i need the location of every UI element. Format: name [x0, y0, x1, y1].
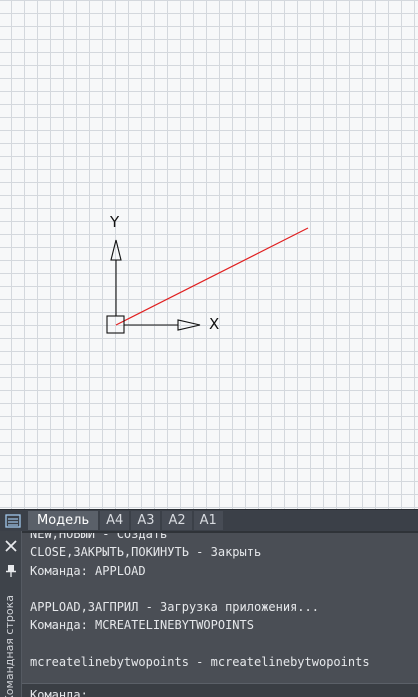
drawn-line[interactable] — [115, 227, 309, 326]
pin-icon[interactable] — [5, 564, 17, 578]
command-history: NEW,НОВЫЙ - Создать CLOSE,ЗАКРЫТЬ,ПОКИНУ… — [22, 533, 418, 683]
layout-tab-bar: Модель A4 A3 A2 A1 — [0, 509, 418, 531]
history-line: CLOSE,ЗАКРЫТЬ,ПОКИНУТЬ - Закрыть — [30, 545, 262, 560]
ucs-icon — [106, 239, 201, 334]
command-panel-sidebar: Командная строка — [0, 531, 22, 697]
drawing-svg[interactable] — [0, 0, 418, 509]
history-line: APPLOAD,ЗАГПРИЛ - Загрузка приложения... — [30, 600, 319, 615]
layout-menu-icon[interactable] — [0, 511, 26, 531]
ucs-y-label: Y — [110, 213, 120, 231]
tab-a1[interactable]: A1 — [193, 511, 223, 530]
tab-a2[interactable]: A2 — [162, 511, 192, 530]
command-line-panel: Командная строка NEW,НОВЫЙ - Создать CLO… — [0, 531, 418, 697]
close-icon[interactable] — [4, 539, 18, 553]
command-panel-title: Командная строка — [3, 595, 16, 697]
history-line — [22, 580, 418, 598]
history-line: mcreatelinebytwopoints - mcreatelinebytw… — [30, 655, 370, 670]
history-line — [22, 635, 418, 653]
ucs-x-label: X — [209, 315, 220, 333]
drawing-canvas[interactable]: X Y — [0, 0, 418, 509]
command-input[interactable]: Команда: — [22, 683, 418, 697]
tab-a4[interactable]: A4 — [100, 511, 130, 530]
history-line: NEW,НОВЫЙ - Создать — [30, 533, 168, 541]
command-prompt-label: Команда: — [30, 688, 88, 697]
history-line: Команда: MCREATELINEBYTWOPOINTS — [30, 618, 254, 633]
tab-a3[interactable]: A3 — [131, 511, 161, 530]
history-line: Команда: APPLOAD — [30, 563, 146, 578]
tab-model[interactable]: Модель — [28, 511, 99, 530]
